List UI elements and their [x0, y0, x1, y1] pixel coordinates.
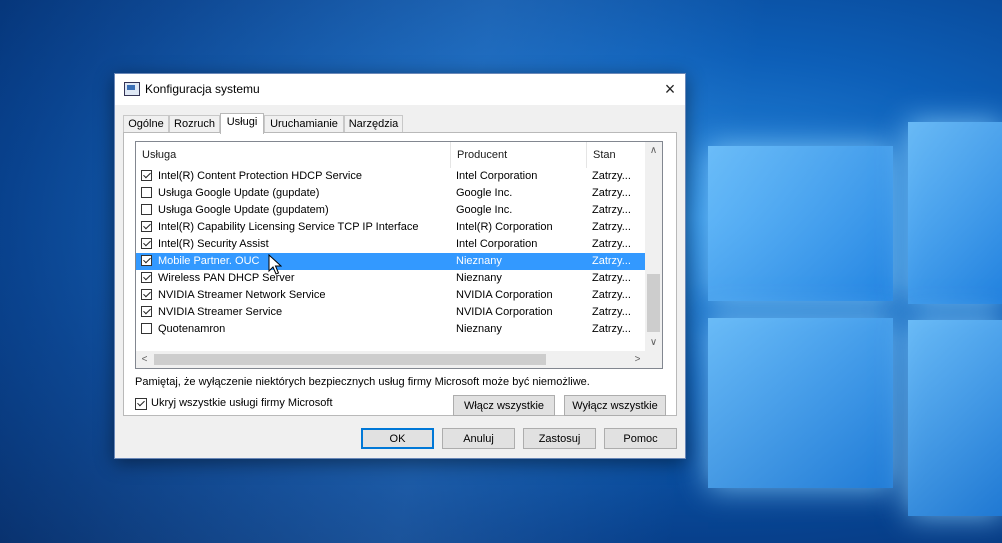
service-checkbox[interactable]	[141, 323, 152, 334]
windows-logo-pane	[908, 320, 1002, 516]
column-header-manufacturer[interactable]: Producent	[451, 142, 587, 168]
service-status: Zatrzy...	[592, 289, 631, 301]
service-checkbox[interactable]	[141, 289, 152, 300]
service-name: Usługa Google Update (gupdate)	[158, 187, 320, 199]
service-status: Zatrzy...	[592, 323, 631, 335]
service-checkbox[interactable]	[141, 255, 152, 266]
table-row[interactable]: NVIDIA Streamer Network Service NVIDIA Co…	[136, 287, 646, 304]
services-list[interactable]: Usługa Producent Stan ^ Intel(R) Content…	[135, 141, 663, 369]
cancel-button[interactable]: Anuluj	[442, 428, 515, 449]
table-row[interactable]: Usługa Google Update (gupdatem) Google In…	[136, 202, 646, 219]
scroll-down-icon[interactable]: ∨	[645, 334, 662, 351]
ok-button[interactable]: OK	[361, 428, 434, 449]
windows-logo-pane	[908, 122, 1002, 304]
horizontal-scrollbar[interactable]: < >	[136, 351, 646, 368]
service-status: Zatrzy...	[592, 255, 631, 267]
service-checkbox[interactable]	[141, 204, 152, 215]
tab-services[interactable]: Usługi	[220, 113, 264, 134]
service-checkbox[interactable]	[141, 306, 152, 317]
apply-button[interactable]: Zastosuj	[523, 428, 596, 449]
tab-tools[interactable]: Narzędzia	[344, 115, 403, 133]
service-checkbox[interactable]	[141, 238, 152, 249]
table-row[interactable]: Usługa Google Update (gupdate) Google Inc…	[136, 185, 646, 202]
service-checkbox[interactable]	[141, 170, 152, 181]
service-manufacturer: NVIDIA Corporation	[456, 289, 553, 301]
close-icon[interactable]: ×	[655, 74, 685, 104]
scroll-left-icon[interactable]: <	[136, 351, 153, 368]
service-manufacturer: Google Inc.	[456, 204, 513, 216]
microsoft-services-note: Pamiętaj, że wyłączenie niektórych bezpi…	[135, 376, 590, 388]
sort-arrow-icon: ^	[614, 141, 619, 146]
service-checkbox[interactable]	[141, 221, 152, 232]
table-row[interactable]: Mobile Partner. OUC Nieznany Zatrzy...	[136, 253, 646, 270]
service-manufacturer: NVIDIA Corporation	[456, 306, 553, 318]
vertical-scrollbar[interactable]: ∧ ∨	[645, 142, 662, 351]
table-row[interactable]: Intel(R) Security Assist Intel Corporatio…	[136, 236, 646, 253]
service-manufacturer: Intel Corporation	[456, 170, 538, 182]
list-header: Usługa Producent Stan ^	[136, 142, 646, 168]
tab-boot[interactable]: Rozruch	[169, 115, 220, 133]
windows-logo-pane	[708, 318, 893, 488]
vertical-scroll-thumb[interactable]	[647, 274, 660, 332]
service-name: Mobile Partner. OUC	[158, 255, 260, 267]
msconfig-icon	[124, 82, 140, 96]
service-manufacturer: Nieznany	[456, 272, 502, 284]
enable-all-button[interactable]: Włącz wszystkie	[453, 395, 555, 416]
table-row[interactable]: Wireless PAN DHCP Server Nieznany Zatrzy..…	[136, 270, 646, 287]
service-name: Intel(R) Capability Licensing Service TC…	[158, 221, 419, 233]
scroll-up-icon[interactable]: ∧	[645, 142, 662, 159]
window-title: Konfiguracja systemu	[145, 82, 260, 96]
service-status: Zatrzy...	[592, 306, 631, 318]
horizontal-scroll-thumb[interactable]	[154, 354, 546, 365]
table-row[interactable]: NVIDIA Streamer Service NVIDIA Corporatio…	[136, 304, 646, 321]
service-checkbox[interactable]	[141, 187, 152, 198]
service-status: Zatrzy...	[592, 170, 631, 182]
table-row[interactable]: Quotenamron Nieznany Zatrzy...	[136, 321, 646, 338]
service-manufacturer: Intel Corporation	[456, 238, 538, 250]
tab-startup[interactable]: Uruchamianie	[264, 115, 344, 133]
service-name: Intel(R) Content Protection HDCP Service	[158, 170, 362, 182]
service-status: Zatrzy...	[592, 187, 631, 199]
table-row[interactable]: Intel(R) Content Protection HDCP Service…	[136, 168, 646, 185]
service-status: Zatrzy...	[592, 221, 631, 233]
service-name: Intel(R) Security Assist	[158, 238, 269, 250]
table-row[interactable]: Intel(R) Capability Licensing Service TC…	[136, 219, 646, 236]
service-manufacturer: Google Inc.	[456, 187, 513, 199]
scrollbar-corner	[645, 351, 662, 368]
scroll-right-icon[interactable]: >	[629, 351, 646, 368]
service-status: Zatrzy...	[592, 238, 631, 250]
service-manufacturer: Nieznany	[456, 255, 502, 267]
checkbox-checked-icon[interactable]	[135, 398, 147, 410]
help-button[interactable]: Pomoc	[604, 428, 677, 449]
service-name: Usługa Google Update (gupdatem)	[158, 204, 329, 216]
service-manufacturer: Nieznany	[456, 323, 502, 335]
column-header-service[interactable]: Usługa	[136, 142, 451, 168]
tab-general[interactable]: Ogólne	[123, 115, 169, 133]
service-name: Quotenamron	[158, 323, 226, 335]
hide-microsoft-services-label[interactable]: Ukryj wszystkie usługi firmy Microsoft	[151, 397, 333, 409]
service-manufacturer: Intel(R) Corporation	[456, 221, 553, 233]
service-status: Zatrzy...	[592, 272, 631, 284]
system-configuration-dialog: Konfiguracja systemu × Ogólne Rozruch Us…	[114, 73, 686, 459]
windows-logo-pane	[708, 146, 893, 301]
service-status: Zatrzy...	[592, 204, 631, 216]
disable-all-button[interactable]: Wyłącz wszystkie	[564, 395, 666, 416]
service-name: NVIDIA Streamer Network Service	[158, 289, 326, 301]
service-checkbox[interactable]	[141, 272, 152, 283]
services-rows: Intel(R) Content Protection HDCP Service…	[136, 168, 646, 338]
service-name: NVIDIA Streamer Service	[158, 306, 283, 318]
title-bar[interactable]: Konfiguracja systemu ×	[115, 74, 685, 105]
